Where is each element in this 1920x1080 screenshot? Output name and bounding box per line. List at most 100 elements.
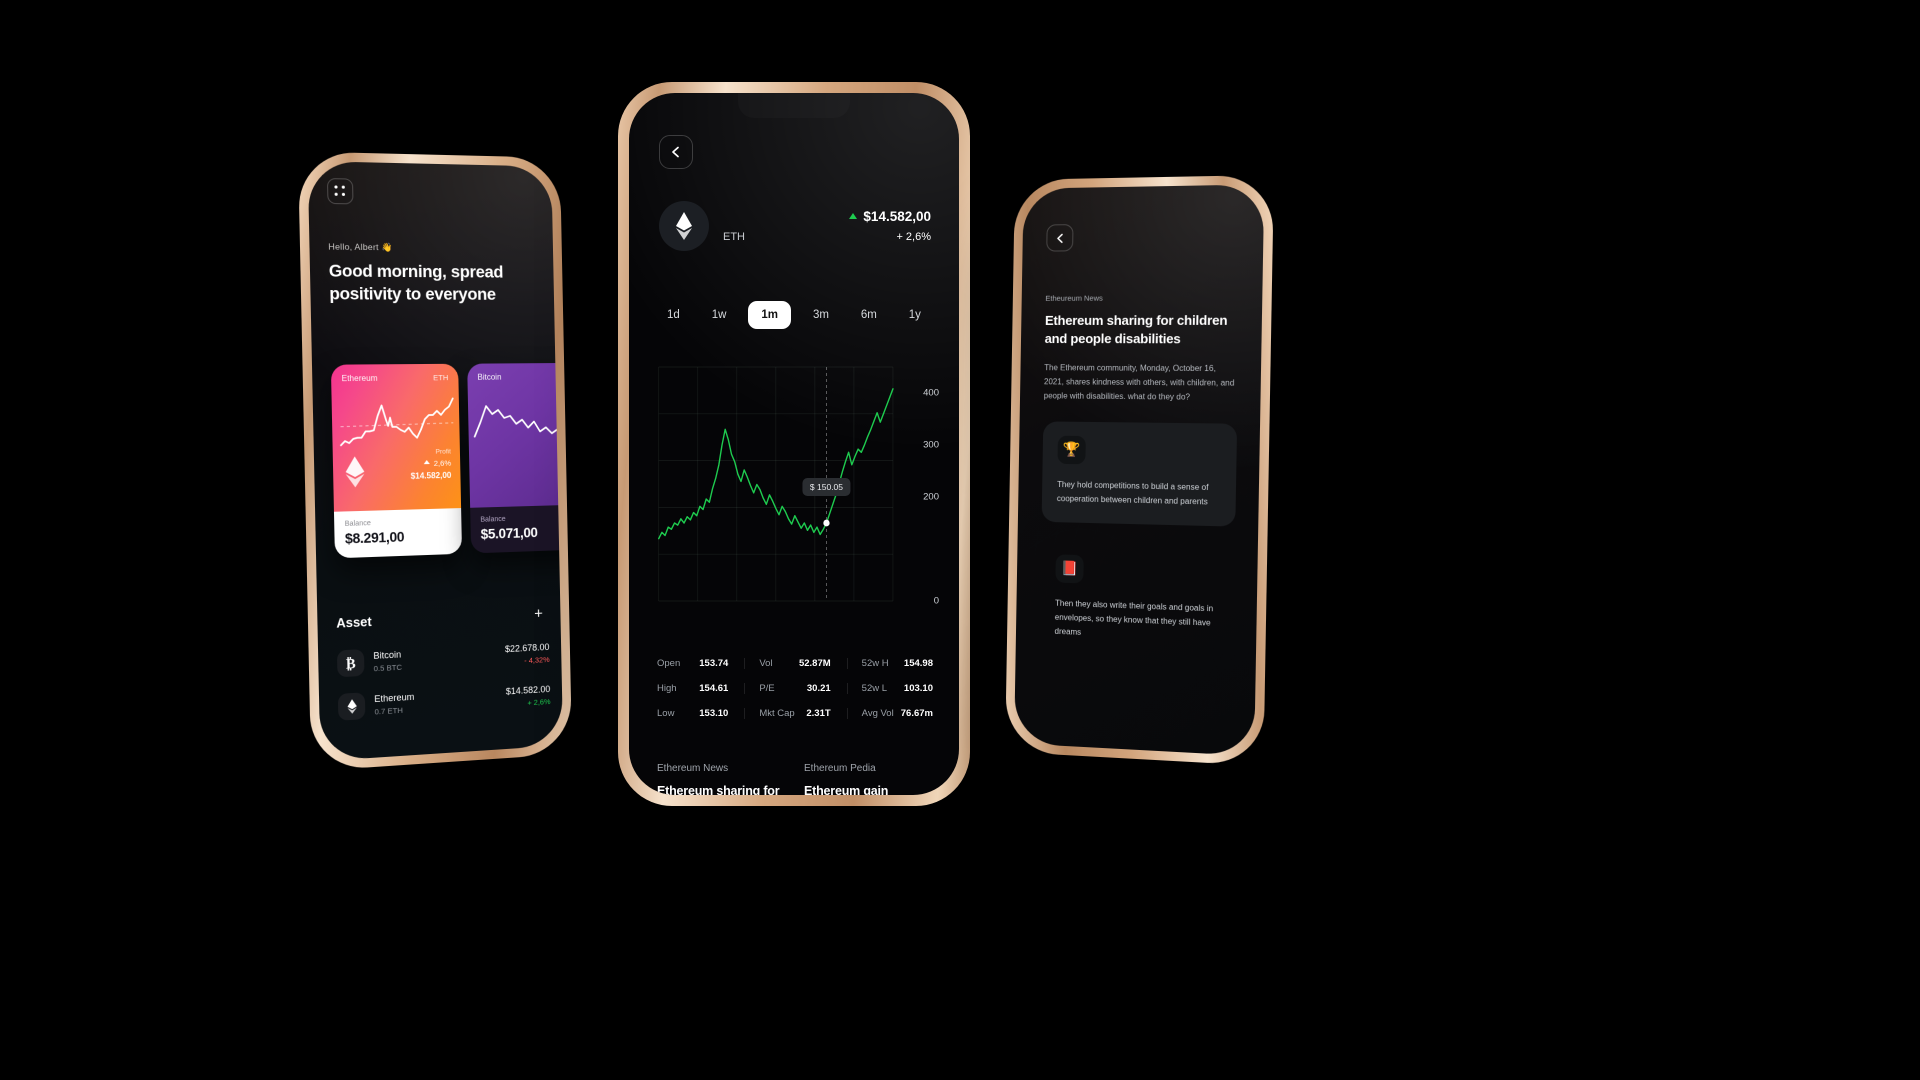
article-body: The Ethereum community, Monday, October … bbox=[1043, 363, 1235, 402]
stat-value: 2.31T bbox=[806, 708, 831, 719]
stat-key: Open bbox=[657, 658, 681, 669]
stat-key: High bbox=[657, 683, 677, 694]
news-category: Ethereum Pedia bbox=[804, 763, 876, 774]
news-title: Ethereum gain increased 12% in 3 months bbox=[804, 784, 889, 795]
chart-marker-label: $ 150.05 bbox=[802, 477, 851, 496]
chevron-left-icon bbox=[1055, 233, 1065, 243]
asset-section-header: Asset + bbox=[336, 605, 543, 631]
coin-price-block: $14.582,00 + 2,6% bbox=[849, 209, 931, 243]
phone3-screen: Etheureum News Ethereum sharing for chil… bbox=[1014, 184, 1265, 757]
list-item[interactable]: Ethereum 0.7 ETH $14.582.00 + 2,6% bbox=[337, 682, 551, 721]
grid-menu-icon[interactable] bbox=[326, 178, 354, 205]
profit-change-text: 2,6% bbox=[433, 458, 452, 469]
back-button[interactable] bbox=[659, 135, 693, 169]
range-option-1d[interactable]: 1d bbox=[657, 302, 690, 328]
profit-value: $14.582,00 bbox=[410, 470, 452, 481]
greeting-text: Hello, Albert 👋 bbox=[328, 241, 393, 253]
stat-value: 154.61 bbox=[699, 683, 729, 694]
stat-cell: Mkt Cap 2.31T bbox=[744, 708, 846, 719]
article-tip-text: They hold competitions to build a sense … bbox=[1056, 479, 1209, 507]
range-option-1w[interactable]: 1w bbox=[702, 302, 737, 328]
asset-values: $14.582.00 + 2,6% bbox=[506, 684, 551, 709]
price-chart-svg bbox=[658, 366, 894, 602]
range-option-3m[interactable]: 3m bbox=[803, 302, 839, 328]
profit-label: Profit bbox=[435, 448, 451, 456]
screenshot-root: Hello, Albert 👋 Good morning, spread pos… bbox=[0, 0, 1920, 1080]
stat-key: 52w H bbox=[861, 658, 889, 669]
range-option-1y[interactable]: 1y bbox=[899, 302, 931, 328]
news-section: Ethereum News Ethereum sharing for child… bbox=[657, 763, 933, 795]
list-item[interactable]: ₿ Bitcoin 0.5 BTC $22.678.00 - 4,32% bbox=[336, 640, 550, 678]
stat-key: P/E bbox=[759, 683, 775, 694]
balance-label: Balance bbox=[480, 515, 506, 524]
article-tip-card: 📕 Then they also write their goals and g… bbox=[1039, 539, 1235, 662]
stat-cell: 52w H 154.98 bbox=[846, 658, 933, 669]
phone1-header: Hello, Albert 👋 Good morning, spread pos… bbox=[308, 161, 554, 306]
table-row: Low 153.10 Mkt Cap 2.31T Avg Vol 76.67m bbox=[657, 708, 933, 719]
bitcoin-card-top: Bitcoin ₿ bbox=[467, 362, 564, 508]
article-tip-card: 🏆 They hold competitions to build a sens… bbox=[1041, 420, 1238, 527]
asset-info: Ethereum 0.7 ETH bbox=[374, 692, 415, 717]
coin-price-text: $14.582,00 bbox=[863, 209, 931, 224]
news-title: Ethereum sharing for children and people… bbox=[657, 784, 780, 795]
trophy-icon: 🏆 bbox=[1057, 435, 1086, 464]
chevron-left-icon bbox=[672, 146, 679, 158]
table-row: Open 153.74 Vol 52.87M 52w H 154.98 bbox=[657, 658, 933, 669]
svg-text:₿: ₿ bbox=[346, 656, 356, 672]
crypto-card-bitcoin[interactable]: Bitcoin ₿ Balance $5.071,00 bbox=[467, 362, 564, 554]
table-row: High 154.61 P/E 30.21 52w L 103.10 bbox=[657, 683, 933, 694]
bitcoin-balance-block: Balance $5.071,00 bbox=[470, 504, 564, 554]
phone1-screen: Hello, Albert 👋 Good morning, spread pos… bbox=[307, 160, 564, 762]
stat-value: 30.21 bbox=[806, 683, 831, 694]
ethereum-balance-block: Balance $8.291,00 bbox=[333, 508, 463, 559]
stat-value: 76.67m bbox=[900, 708, 933, 719]
chart-y-tick: 0 bbox=[933, 595, 939, 607]
ethereum-profit-block: Profit 2,6% $14.582,00 bbox=[410, 448, 452, 481]
coin-symbol: ETH bbox=[723, 231, 745, 243]
news-card[interactable]: Ethereum News Ethereum sharing for child… bbox=[657, 763, 786, 795]
bitcoin-card-name: Bitcoin bbox=[477, 372, 502, 382]
triangle-up-icon bbox=[849, 213, 858, 219]
range-option-1m[interactable]: 1m bbox=[748, 301, 791, 329]
back-button[interactable] bbox=[1046, 224, 1074, 252]
chart-y-tick: 400 bbox=[923, 387, 939, 399]
asset-price: $22.678.00 bbox=[504, 641, 550, 655]
asset-list: ₿ Bitcoin 0.5 BTC $22.678.00 - 4,32% Eth… bbox=[336, 640, 551, 737]
ethereum-card-ticker: ETH bbox=[433, 372, 449, 383]
news-card[interactable]: Ethereum Pedia Ethereum gain increased 1… bbox=[804, 763, 933, 795]
asset-values: $22.678.00 - 4,32% bbox=[505, 642, 550, 666]
news-category: Ethereum News bbox=[657, 763, 729, 774]
stat-key: Low bbox=[657, 708, 675, 719]
range-option-6m[interactable]: 6m bbox=[851, 302, 887, 328]
stat-cell: 52w L 103.10 bbox=[846, 683, 933, 694]
grid-dot bbox=[334, 192, 338, 196]
asset-name: Ethereum bbox=[374, 691, 415, 705]
balance-label: Balance bbox=[344, 519, 371, 528]
price-chart[interactable]: 0 200 300 400 $ 150.05 bbox=[655, 355, 945, 635]
stat-cell: P/E 30.21 bbox=[744, 683, 846, 694]
asset-change: + 2,6% bbox=[527, 696, 551, 708]
asset-change: - 4,32% bbox=[524, 654, 550, 666]
stat-key: 52w L bbox=[861, 683, 888, 694]
asset-price: $14.582.00 bbox=[505, 683, 551, 697]
ethereum-icon bbox=[344, 456, 366, 493]
chart-y-tick: 200 bbox=[923, 491, 939, 503]
bitcoin-sparkline bbox=[468, 391, 563, 455]
profit-change: 2,6% bbox=[410, 458, 451, 468]
grid-dot bbox=[341, 192, 346, 196]
stat-key: Vol bbox=[759, 658, 773, 669]
stat-value: 153.74 bbox=[699, 658, 729, 669]
stat-cell: Vol 52.87M bbox=[744, 658, 846, 669]
ethereum-card-top: Ethereum ETH Profit 2,6% $14.582,00 bbox=[330, 363, 462, 512]
plus-icon[interactable]: + bbox=[534, 605, 543, 622]
stat-cell: Avg Vol 76.67m bbox=[846, 708, 933, 719]
triangle-up-icon bbox=[423, 459, 430, 465]
asset-amount: 0.5 BTC bbox=[373, 662, 403, 674]
crypto-card-ethereum[interactable]: Ethereum ETH Profit 2,6% $14.582,00 Bala… bbox=[330, 363, 463, 559]
article-tip-text: Then they also write their goals and goa… bbox=[1054, 598, 1214, 637]
book-icon: 📕 bbox=[1055, 553, 1084, 584]
stat-value: 154.98 bbox=[903, 658, 933, 669]
chart-y-tick: 300 bbox=[923, 439, 939, 451]
bitcoin-icon: ₿ bbox=[336, 649, 365, 678]
coin-header: ETH $14.582,00 + 2,6% bbox=[659, 201, 931, 251]
